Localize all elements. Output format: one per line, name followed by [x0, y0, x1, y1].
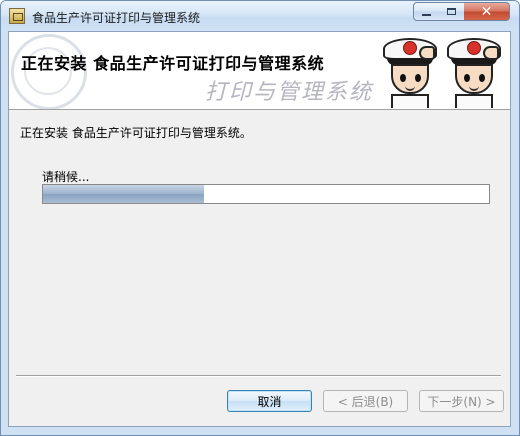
- cancel-button[interactable]: 取消: [227, 390, 312, 412]
- install-progress-bar: [42, 184, 490, 204]
- badge-icon: [467, 41, 481, 55]
- title-bar[interactable]: 食品生产许可证打印与管理系统 ✕: [1, 1, 519, 31]
- maximize-button[interactable]: [439, 2, 465, 21]
- banner-slogan: 打印与管理系统: [205, 80, 374, 105]
- maximize-icon: [447, 8, 456, 15]
- close-icon: ✕: [480, 3, 493, 20]
- dialog-body: 正在安装 食品生产许可证打印与管理系统 打印与管理系统 正在安装 食品生产许可证…: [8, 31, 511, 427]
- officer-mascot-right: [445, 36, 503, 108]
- header-banner: 正在安装 食品生产许可证打印与管理系统 打印与管理系统: [9, 32, 510, 110]
- minimize-icon: [422, 13, 431, 16]
- officer-mascot-left: [381, 36, 439, 108]
- wait-label: 请稍候...: [42, 170, 90, 184]
- banner-heading: 正在安装 食品生产许可证打印与管理系统: [21, 54, 325, 73]
- installer-window: 食品生产许可证打印与管理系统 ✕ 正在安装 食品生产许可证打印与管理系统 打印与…: [0, 0, 520, 436]
- app-icon: [9, 8, 25, 24]
- install-status-text: 正在安装 食品生产许可证打印与管理系统。: [20, 126, 252, 140]
- progress-fill: [43, 185, 204, 203]
- next-button[interactable]: 下一步(N) >: [419, 390, 504, 412]
- back-button[interactable]: < 后退(B): [323, 390, 408, 412]
- close-button[interactable]: ✕: [464, 2, 510, 21]
- minimize-button[interactable]: [413, 2, 440, 21]
- window-title: 食品生产许可证打印与管理系统: [32, 11, 201, 25]
- badge-icon: [403, 41, 417, 55]
